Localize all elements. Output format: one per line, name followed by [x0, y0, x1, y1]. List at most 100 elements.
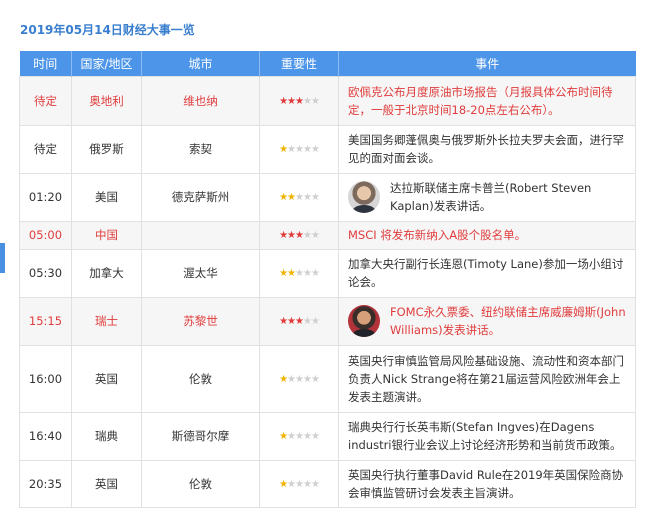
table-row: 05:30 加拿大 渥太华 ★★★★★ 加拿大央行副行长连恩(Timoty Lane)参… — [19, 248, 636, 298]
table-row: 16:40 瑞典 斯德哥尔摩 ★★★★★ 瑞典央行行长英韦斯(Stefan Ingves… — [19, 411, 636, 461]
event-text: 欧佩克公布月度原油市场报告（月报具体公布时间待定，一般于北京时间18-20点左右… — [348, 84, 613, 117]
star-empty-icon: ★ — [310, 192, 320, 203]
star-filled-icon: ★ — [287, 268, 296, 279]
importance-stars: ★★★★★ — [279, 373, 320, 385]
cell-importance: ★★★★★ — [259, 459, 339, 508]
cell-importance: ★★★★★ — [259, 411, 339, 461]
event-text: 加拿大央行副行长连恩(Timoty Lane)参加一场小组讨论会。 — [348, 257, 624, 289]
importance-stars: ★★★★★ — [279, 95, 320, 107]
cell-time: 15:15 — [19, 296, 72, 346]
importance-stars: ★★★★★ — [279, 431, 320, 442]
star-empty-icon: ★ — [302, 95, 312, 107]
table-body: 待定 奥地利 维也纳 ★★★★★ 欧佩克公布月度原油市场报告（月报具体公布时间待定，一般… — [19, 75, 636, 508]
cell-event: 英国央行审慎监管局风险基础设施、流动性和资本部门负责人Nick Strange将… — [338, 344, 636, 413]
cell-event: 欧佩克公布月度原油市场报告（月报具体公布时间待定，一般于北京时间18-20点左右… — [338, 75, 636, 126]
cell-city: 索契 — [141, 124, 260, 174]
cell-importance: ★★★★★ — [259, 220, 339, 250]
star-filled-icon: ★ — [279, 373, 288, 385]
event-text: MSCI 将发布新纳入A股个股名单。 — [348, 228, 527, 242]
star-empty-icon: ★ — [287, 431, 296, 442]
cell-event: 美国国务卿蓬佩奥与俄罗斯外长拉夫罗夫会面，进行罕见的面对面会谈。 — [338, 124, 636, 174]
star-empty-icon: ★ — [295, 373, 304, 385]
star-filled-icon: ★ — [295, 230, 304, 241]
cell-time: 05:30 — [19, 248, 72, 298]
speaker-avatar — [348, 181, 380, 213]
cell-time: 16:40 — [19, 411, 72, 461]
header-country: 国家/地区 — [71, 51, 142, 76]
table-header: 时间 国家/地区 城市 重要性 事件 — [19, 51, 636, 76]
cell-country: 奥地利 — [71, 75, 142, 126]
event-text: 达拉斯联储主席卡普兰(Robert Steven Kaplan)发表讲话。 — [390, 181, 592, 213]
table-row: 16:00 英国 伦敦 ★★★★★ 英国央行审慎监管局风险基础设施、流动性和资本部门负责… — [19, 344, 636, 413]
star-empty-icon: ★ — [310, 268, 320, 279]
cell-country: 加拿大 — [71, 248, 142, 298]
header-city: 城市 — [141, 51, 260, 76]
star-empty-icon: ★ — [302, 230, 312, 241]
cell-country: 瑞士 — [71, 296, 142, 346]
star-empty-icon: ★ — [295, 144, 304, 155]
star-filled-icon: ★ — [279, 431, 288, 442]
cell-importance: ★★★★★ — [259, 248, 339, 298]
star-empty-icon: ★ — [310, 144, 320, 155]
cell-city — [141, 220, 260, 250]
star-filled-icon: ★ — [287, 316, 296, 327]
star-empty-icon: ★ — [287, 478, 296, 490]
importance-stars: ★★★★★ — [279, 144, 320, 155]
cell-country: 俄罗斯 — [71, 124, 142, 174]
cell-country: 英国 — [71, 344, 142, 413]
header-importance: 重要性 — [259, 51, 339, 76]
star-empty-icon: ★ — [302, 478, 312, 490]
star-empty-icon: ★ — [310, 431, 320, 442]
cell-country: 美国 — [71, 172, 142, 222]
importance-stars: ★★★★★ — [279, 192, 320, 203]
cell-time: 16:00 — [19, 344, 72, 413]
cell-time: 20:35 — [19, 459, 72, 508]
event-text: FOMC永久票委、纽约联储主席威廉姆斯(John Williams)发表讲话。 — [390, 305, 626, 337]
star-empty-icon: ★ — [302, 144, 312, 155]
cell-time: 05:00 — [19, 220, 72, 250]
event-text: 英国央行审慎监管局风险基础设施、流动性和资本部门负责人Nick Strange将… — [348, 353, 624, 404]
star-filled-icon: ★ — [279, 144, 288, 155]
cell-event: MSCI 将发布新纳入A股个股名单。 — [338, 220, 636, 250]
cell-time: 01:20 — [19, 172, 72, 222]
star-empty-icon: ★ — [310, 373, 320, 385]
importance-stars: ★★★★★ — [279, 316, 320, 327]
page-title: 2019年05月14日财经大事一览 — [20, 23, 195, 37]
importance-stars: ★★★★★ — [279, 268, 320, 279]
cell-event: 加拿大央行副行长连恩(Timoty Lane)参加一场小组讨论会。 — [338, 248, 636, 298]
table-row: 01:20 美国 德克萨斯州 ★★★★★ 达拉斯联储主席卡普兰(Robert Steve… — [19, 172, 636, 222]
event-text: 英国央行执行董事David Rule在2019年英国保险商协会审慎监管研讨会发表… — [348, 467, 624, 500]
star-filled-icon: ★ — [287, 192, 296, 203]
star-empty-icon: ★ — [310, 95, 320, 107]
cell-importance: ★★★★★ — [259, 344, 339, 413]
cell-city: 维也纳 — [141, 75, 260, 126]
table-row: 05:00 中国 ★★★★★ MSCI 将发布新纳入A股个股名单。 — [19, 220, 636, 250]
star-empty-icon: ★ — [302, 373, 312, 385]
star-empty-icon: ★ — [287, 373, 296, 385]
cell-importance: ★★★★★ — [259, 75, 339, 126]
star-filled-icon: ★ — [279, 268, 288, 279]
table-row: 15:15 瑞士 苏黎世 ★★★★★ FOMC永久票委、纽约联储主席威廉姆斯(John … — [19, 296, 636, 346]
star-empty-icon: ★ — [302, 268, 312, 279]
cell-country: 瑞典 — [71, 411, 142, 461]
star-filled-icon: ★ — [279, 192, 288, 203]
importance-stars: ★★★★★ — [279, 478, 320, 490]
cell-event: 达拉斯联储主席卡普兰(Robert Steven Kaplan)发表讲话。 — [338, 172, 636, 222]
star-empty-icon: ★ — [295, 192, 304, 203]
star-empty-icon: ★ — [295, 431, 304, 442]
star-filled-icon: ★ — [279, 316, 288, 327]
cell-importance: ★★★★★ — [259, 124, 339, 174]
star-empty-icon: ★ — [302, 316, 312, 327]
star-empty-icon: ★ — [295, 478, 304, 490]
economic-calendar-table: 时间 国家/地区 城市 重要性 事件 待定 奥地利 维也纳 ★★★★★ 欧佩克公布月度原… — [19, 51, 636, 508]
cell-city: 渥太华 — [141, 248, 260, 298]
event-text: 瑞典央行行长英韦斯(Stefan Ingves)在Dagens industri… — [348, 420, 622, 452]
star-empty-icon: ★ — [302, 192, 312, 203]
cell-city: 德克萨斯州 — [141, 172, 260, 222]
speaker-avatar — [348, 305, 380, 337]
event-text: 美国国务卿蓬佩奥与俄罗斯外长拉夫罗夫会面，进行罕见的面对面会谈。 — [348, 133, 624, 165]
left-edge-marker — [0, 243, 5, 273]
cell-importance: ★★★★★ — [259, 172, 339, 222]
star-filled-icon: ★ — [287, 95, 296, 107]
star-empty-icon: ★ — [287, 144, 296, 155]
